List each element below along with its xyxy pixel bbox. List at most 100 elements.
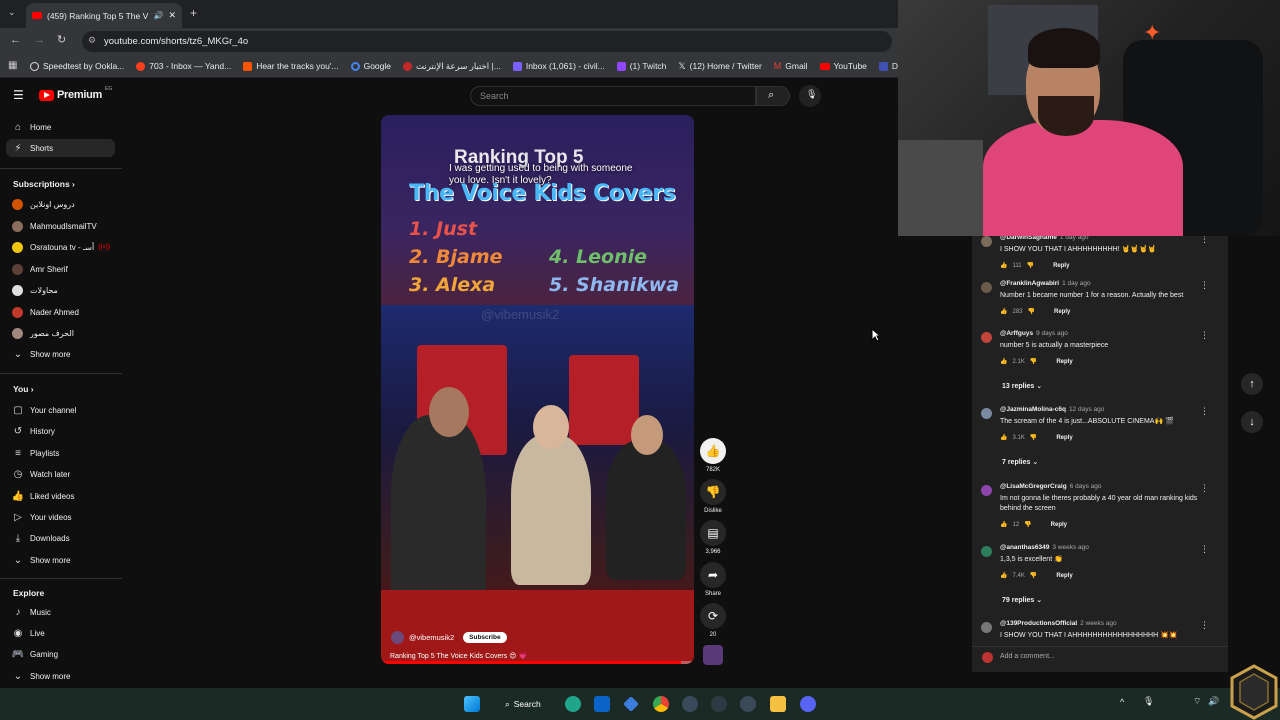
sidebar-item-music[interactable]: ♪ Music [6, 603, 115, 621]
comment-reply-button[interactable]: Reply [1056, 435, 1072, 441]
comment-avatar[interactable] [981, 485, 992, 496]
comment-username[interactable]: @ananthas6349 [1000, 544, 1049, 551]
bookmark-soundcloud[interactable]: Hear the tracks you'... [243, 61, 339, 71]
tab-list-chevron-icon[interactable]: ⌄ [8, 7, 16, 18]
bookmark-gmail[interactable]: M Gmail [774, 61, 808, 71]
comment-more-icon[interactable]: ⋮ [1200, 280, 1209, 291]
discord-icon[interactable] [800, 696, 816, 712]
voice-search-button[interactable]: 🎙 [799, 85, 821, 107]
subscription-item[interactable]: Osratouna tv - أسـ ((•)) [6, 238, 115, 256]
comment-author[interactable]: @JazminaMolina-c6q 12 days ago [1000, 406, 1104, 413]
show-more-you[interactable]: ⌄ Show more [6, 551, 115, 569]
sidebar-item-home[interactable]: ⌂ Home [6, 118, 115, 136]
you-header[interactable]: You › [13, 384, 34, 394]
sidebar-item-history[interactable]: ↺ History [6, 422, 115, 440]
tab-close-icon[interactable]: ✕ [168, 10, 176, 21]
comment-username[interactable]: @JazminaMolina-c6q [1000, 406, 1066, 413]
view-replies-button[interactable]: 79 replies ⌄ [1002, 596, 1042, 604]
new-tab-icon[interactable]: + [190, 6, 197, 20]
bookmark-speed-ar[interactable]: اختبار سرعة الإنترنت |... [403, 61, 501, 72]
comment-dislike-icon[interactable]: 👎 [1030, 358, 1037, 365]
like-button[interactable]: 👍 [700, 438, 726, 464]
comment-more-icon[interactable]: ⋮ [1200, 330, 1209, 341]
comment-time[interactable]: 9 days ago [1036, 330, 1068, 337]
shorts-video-player[interactable]: Ranking Top 5 I was getting used to bein… [381, 115, 694, 664]
sidebar-item-your-videos[interactable]: ▷ Your videos [6, 508, 115, 526]
comment-avatar[interactable] [981, 622, 992, 633]
sidebar-item-your-channel[interactable]: ▢ Your channel [6, 401, 115, 419]
bookmark-speedtest[interactable]: Speedtest by Ookla... [30, 61, 124, 71]
comment-author[interactable]: @ananthas6349 3 weeks ago [1000, 544, 1089, 551]
comment-dislike-icon[interactable]: 👎 [1027, 262, 1034, 269]
subscription-item[interactable]: الحرف مصور [6, 324, 115, 342]
bookmark-yandex[interactable]: 703 - Inbox — Yand... [136, 61, 231, 71]
sidebar-item-shorts[interactable]: ⚡ Shorts [6, 139, 115, 157]
comment-avatar[interactable] [981, 546, 992, 557]
comment-more-icon[interactable]: ⋮ [1200, 620, 1209, 631]
comment-time[interactable]: 1 day ago [1062, 280, 1091, 287]
subscription-item[interactable]: دروس اونلاين [6, 195, 115, 213]
comment-author[interactable]: @FranklinAgwabiri 1 day ago [1000, 280, 1091, 287]
bookmark-youtube[interactable]: YouTube [819, 61, 867, 71]
comment-more-icon[interactable]: ⋮ [1200, 236, 1209, 245]
url-field[interactable]: ⚙ youtube.com/shorts/tz6_MKGr_4o [82, 31, 892, 52]
next-short-button[interactable]: ↓ [1241, 411, 1263, 433]
comments-button[interactable]: ▤ [700, 520, 726, 546]
comment-time[interactable]: 2 weeks ago [1080, 620, 1117, 627]
mic-tray-icon[interactable]: 🎙 [1143, 696, 1154, 707]
remix-button[interactable]: ⟳ [700, 603, 726, 629]
video-description[interactable]: Ranking Top 5 The Voice Kids Covers 😍 💗 [390, 652, 527, 660]
comment-reply-button[interactable]: Reply [1056, 359, 1072, 365]
site-info-icon[interactable]: ⚙ [88, 35, 96, 46]
dislike-button[interactable]: 👎 [700, 479, 726, 505]
view-replies-button[interactable]: 13 replies ⌄ [1002, 382, 1042, 390]
sidebar-item-watch-later[interactable]: ◷ Watch later [6, 465, 115, 483]
apps-icon[interactable]: ▦ [8, 60, 17, 71]
comment-avatar[interactable] [981, 236, 992, 247]
channel-name[interactable]: @vibemusik2 [409, 633, 454, 642]
show-more-explore[interactable]: ⌄ Show more [6, 667, 115, 685]
reload-icon[interactable]: ↻ [57, 33, 66, 46]
forward-icon[interactable]: → [34, 34, 45, 46]
bookmark-inbox[interactable]: Inbox (1,061) - civil... [512, 61, 605, 71]
comment-avatar[interactable] [981, 408, 992, 419]
comment-author[interactable]: @DarwinSagname 1 day ago [1000, 236, 1088, 241]
channel-avatar[interactable] [391, 631, 404, 644]
comment-like-icon[interactable]: 👍 [1000, 358, 1007, 365]
bookmark-twitter[interactable]: 𝕏 (12) Home / Twitter [678, 61, 761, 72]
subscription-item[interactable]: Amr Sherif [6, 260, 115, 278]
comment-time[interactable]: 1 day ago [1060, 236, 1089, 241]
search-button[interactable]: ⌕ [756, 86, 790, 106]
show-more-subscriptions[interactable]: ⌄ Show more [6, 345, 115, 363]
menu-icon[interactable]: ☰ [13, 88, 24, 102]
comment-username[interactable]: @LisaMcGregorCraig [1000, 483, 1067, 490]
comment-more-icon[interactable]: ⋮ [1200, 406, 1209, 417]
comment-like-icon[interactable]: 👍 [1000, 521, 1007, 528]
subscribe-button[interactable]: Subscribe [463, 632, 507, 643]
subscriptions-header[interactable]: Subscriptions › [13, 179, 75, 189]
outlook-icon[interactable] [594, 696, 610, 712]
progress-bar[interactable] [381, 661, 694, 664]
comment-author[interactable]: @LisaMcGregorCraig 6 days ago [1000, 483, 1101, 490]
edge-icon[interactable] [565, 696, 581, 712]
sidebar-item-playlists[interactable]: ≡ Playlists [6, 444, 115, 462]
subscription-item[interactable]: Nader Ahmed [6, 303, 115, 321]
comment-reply-button[interactable]: Reply [1051, 522, 1067, 528]
chrome-icon[interactable] [653, 696, 669, 712]
comment-author[interactable]: @Arffguys 9 days ago [1000, 330, 1068, 337]
bookmark-google[interactable]: Google [350, 61, 391, 71]
share-button[interactable]: ➦ [700, 562, 726, 588]
bookmark-twitch[interactable]: (1) Twitch [616, 61, 666, 71]
volume-icon[interactable]: 🔊 [1208, 696, 1219, 707]
file-explorer-icon[interactable] [770, 696, 786, 712]
bookmark-dashboard[interactable]: Dashb [878, 61, 900, 71]
sidebar-item-gaming[interactable]: 🎮 Gaming [6, 645, 115, 663]
comment-reply-button[interactable]: Reply [1053, 263, 1069, 269]
comment-dislike-icon[interactable]: 👎 [1030, 572, 1037, 579]
comment-dislike-icon[interactable]: 👎 [1024, 521, 1031, 528]
tab-active[interactable]: (459) Ranking Top 5 The Vo 🔊 ✕ [26, 3, 182, 28]
back-icon[interactable]: ← [10, 34, 21, 46]
comment-like-icon[interactable]: 👍 [1000, 572, 1007, 579]
sound-thumbnail[interactable] [703, 645, 723, 665]
taskbar-search[interactable]: ⌕ Search [497, 694, 549, 714]
